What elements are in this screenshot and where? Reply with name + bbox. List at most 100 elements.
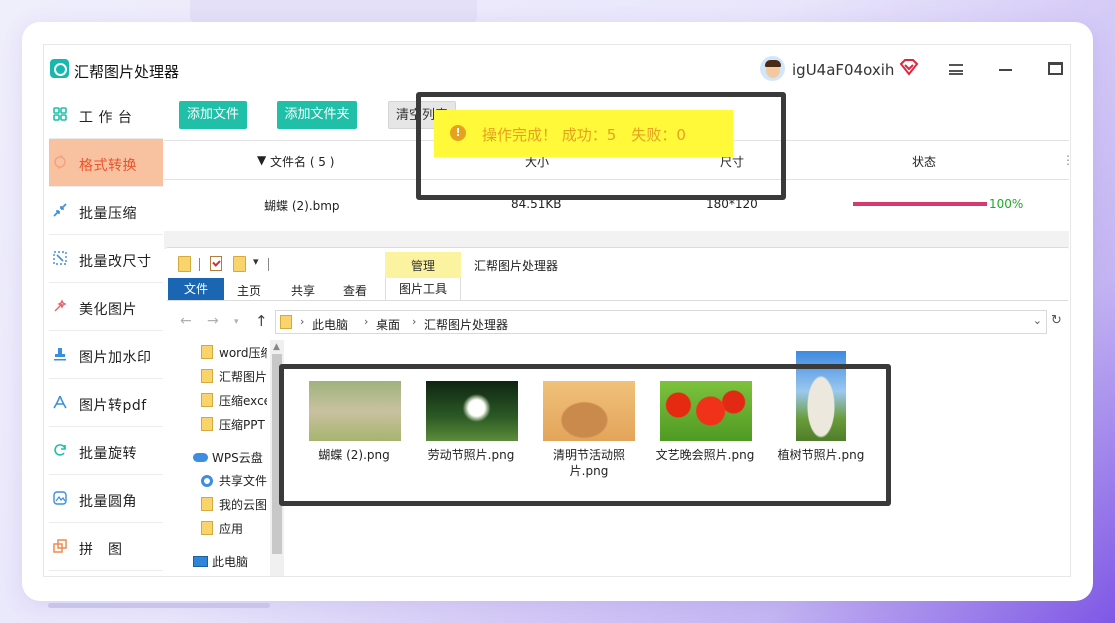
explorer-title: 汇帮图片处理器 (474, 259, 559, 273)
watermark-icon (54, 348, 66, 361)
sidebar-item-label: 格式转换 (79, 158, 137, 174)
collage-icon (53, 539, 67, 553)
column-status[interactable]: 状态 (912, 153, 936, 170)
sort-arrow-icon[interactable]: ▼ (257, 153, 266, 167)
folder-icon (201, 345, 213, 359)
sidebar-item-label: 批量旋转 (79, 446, 137, 462)
properties-icon[interactable] (210, 256, 222, 271)
folder-icon[interactable] (178, 256, 191, 272)
folder-icon (201, 521, 213, 535)
up-arrow-icon[interactable]: ↑ (255, 312, 268, 330)
username[interactable]: igU4aF04oxih (792, 61, 894, 79)
column-more-icon[interactable]: ⋮ (1062, 153, 1070, 167)
breadcrumb-desktop[interactable]: 桌面 (376, 316, 400, 333)
background-bar (48, 603, 270, 608)
pdf-icon (53, 395, 67, 409)
folder-icon (201, 393, 213, 407)
nav-folder[interactable]: 汇帮图片 (201, 368, 267, 388)
avatar[interactable] (760, 56, 785, 81)
breadcrumb-folder[interactable]: 汇帮图片处理器 (424, 316, 508, 333)
beautify-icon (54, 299, 67, 312)
sidebar-item-to-pdf[interactable]: 图片转pdf (49, 379, 163, 427)
sidebar-item-format-convert[interactable]: 格式转换 (49, 139, 163, 187)
highlight-frame-files (279, 364, 891, 506)
nav-folder-label: 压缩excel (219, 394, 267, 408)
nav-this-pc[interactable]: 此电脑 (193, 553, 248, 570)
back-arrow-icon[interactable]: ← (180, 313, 192, 329)
add-folder-button[interactable]: 添加文件夹 (277, 101, 357, 129)
background-shape (190, 0, 477, 24)
tab-share[interactable]: 共享 (291, 282, 315, 299)
nav-folder[interactable]: word压缩 (201, 344, 267, 364)
refresh-icon[interactable]: ↻ (1051, 313, 1062, 328)
tab-view[interactable]: 查看 (343, 282, 367, 299)
quick-access-dropdown-icon[interactable]: ▾ (253, 255, 259, 268)
nav-label: 共享文件 (219, 474, 267, 488)
nav-label: 应用 (219, 522, 244, 536)
toolbar-separator (199, 258, 200, 271)
nav-apps[interactable]: 应用 (201, 520, 267, 540)
sidebar-item-label: 拼 图 (79, 542, 123, 558)
sidebar-item-watermark[interactable]: 图片加水印 (49, 331, 163, 379)
chevron-right-icon[interactable]: › (364, 315, 368, 328)
folder-icon (201, 497, 213, 511)
forward-arrow-icon[interactable]: → (207, 313, 219, 329)
column-filename[interactable]: 文件名 ( 5 ) (270, 153, 334, 170)
sidebar-item-resize[interactable]: 批量改尺寸 (49, 235, 163, 283)
menu-icon[interactable] (949, 64, 963, 75)
nav-label: 此电脑 (212, 555, 249, 569)
tab-home[interactable]: 主页 (237, 282, 261, 299)
navigation-pane: word压缩 汇帮图片 压缩excel 压缩PPT WPS云盘 共享文件 我的云… (167, 340, 285, 576)
sidebar-item-round-corner[interactable]: 批量圆角 (49, 475, 163, 523)
sidebar: 工 作 台 格式转换 批量压缩 批量改尺寸 美化图片 图片加水印 图片转pdf … (49, 91, 163, 576)
nav-folder[interactable]: 压缩PPT (201, 416, 267, 436)
tab-picture-tools[interactable]: 图片工具 (385, 278, 461, 300)
address-dropdown-icon[interactable]: ⌄ (1033, 314, 1042, 327)
sidebar-item-rotate[interactable]: 批量旋转 (49, 427, 163, 475)
nav-shared-files[interactable]: 共享文件 (201, 472, 267, 492)
ribbon-tabs: 文件 主页 共享 查看 图片工具 (167, 278, 1068, 301)
nav-folder[interactable]: 压缩excel (201, 392, 267, 412)
computer-icon (193, 556, 208, 567)
sidebar-item-label: 批量压缩 (79, 206, 137, 222)
grid-icon (53, 107, 67, 121)
sidebar-item-label: 批量改尺寸 (79, 254, 152, 270)
tab-file[interactable]: 文件 (168, 278, 224, 300)
maximize-icon[interactable] (1048, 62, 1063, 75)
compress-icon (53, 203, 67, 217)
sidebar-item-compress[interactable]: 批量压缩 (49, 187, 163, 235)
nav-folder-label: word压缩 (219, 346, 267, 360)
round-corner-icon (53, 491, 67, 505)
scroll-up-icon[interactable]: ▲ (273, 342, 280, 352)
progress-bar-fill (853, 202, 987, 206)
minimize-icon[interactable] (999, 69, 1012, 71)
nav-label: 我的云图 (219, 498, 267, 512)
nav-wps-cloud[interactable]: WPS云盘 (193, 449, 263, 466)
highlight-frame-toast (416, 92, 786, 200)
new-folder-icon[interactable] (233, 256, 246, 272)
app-title: 汇帮图片处理器 (74, 63, 180, 81)
sidebar-item-workbench[interactable]: 工 作 台 (49, 91, 163, 139)
folder-icon (201, 417, 213, 431)
share-icon (201, 475, 213, 487)
tab-manage[interactable]: 管理 (385, 252, 461, 278)
add-file-button[interactable]: 添加文件 (179, 101, 247, 129)
chevron-right-icon[interactable]: › (412, 315, 416, 328)
sidebar-item-beautify[interactable]: 美化图片 (49, 283, 163, 331)
sidebar-item-label: 工 作 台 (79, 110, 133, 126)
progress-bar (853, 202, 987, 206)
breadcrumb-this-pc[interactable]: 此电脑 (312, 316, 348, 333)
address-bar[interactable]: › 此电脑 › 桌面 › 汇帮图片处理器 ⌄ (275, 310, 1047, 334)
nav-folder-label: 压缩PPT (219, 418, 265, 432)
avatar-hair (765, 60, 781, 67)
vip-diamond-icon[interactable] (899, 57, 919, 77)
nav-my-cloud[interactable]: 我的云图 (201, 496, 267, 516)
recent-dropdown-icon[interactable]: ▾ (234, 317, 239, 327)
nav-folder-label: 汇帮图片 (219, 370, 267, 384)
progress-label: 100% (989, 197, 1024, 211)
sidebar-item-label: 图片转pdf (79, 398, 147, 414)
chevron-right-icon[interactable]: › (300, 315, 304, 328)
sidebar-item-collage[interactable]: 拼 图 (49, 523, 163, 571)
app-logo-icon (50, 59, 69, 78)
sidebar-item-label: 批量圆角 (79, 494, 137, 510)
